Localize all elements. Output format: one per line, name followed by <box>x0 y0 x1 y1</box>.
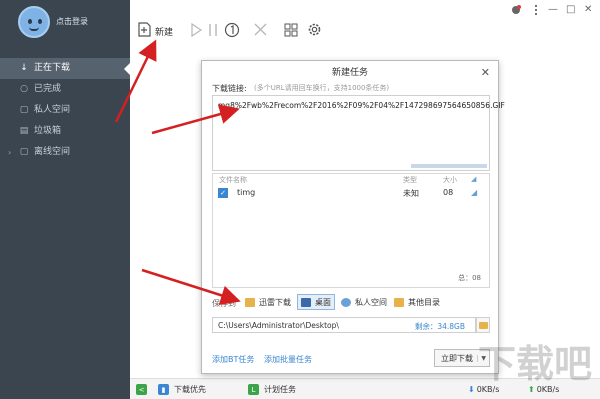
save-to-label: 保存到 <box>212 299 236 308</box>
sidebar-item-downloading[interactable]: ↓ 正在下载 <box>0 58 130 79</box>
check-circle-icon: ○ <box>20 84 28 94</box>
active-indicator <box>124 63 130 75</box>
location-private-space[interactable]: 私人空间 <box>338 294 390 310</box>
desktop-icon <box>301 297 311 307</box>
pause-button[interactable] <box>208 14 218 48</box>
login-link[interactable]: 点击登录 <box>56 16 88 27</box>
file-list: 文件名称 类型 大小 ◢ ✓ timg 未知 08 ◢ 总：08 <box>212 173 490 288</box>
file-list-header: 文件名称 类型 大小 ◢ <box>213 174 489 186</box>
location-label: 迅雷下载 <box>259 297 291 307</box>
priority-icon: ▮ <box>158 384 169 395</box>
avatar-eye-right <box>38 19 42 24</box>
sidebar-item-trash[interactable]: ▤ 垃圾箱 <box>0 121 130 142</box>
trash-icon: ▤ <box>19 126 29 136</box>
sidebar-item-offline-space[interactable]: › ▢ 离线空间 <box>0 142 130 163</box>
folder-icon <box>478 321 488 329</box>
total-count: 总：08 <box>458 274 481 282</box>
file-row-edit-icon[interactable]: ◢ <box>471 188 477 197</box>
download-arrow-icon: ↓ <box>20 63 28 73</box>
new-task-label: 新建 <box>155 27 174 38</box>
offline-space-icon: ▢ <box>19 147 29 157</box>
app-window: 点击登录 ↓ 正在下载 ○ 已完成 ▢ 私人空间 ▤ 垃圾箱 › ▢ 离线空间 … <box>0 0 600 399</box>
free-space: 剩余：34.8GB <box>414 322 465 331</box>
download-link-label: 下载链接: <box>212 84 247 93</box>
add-batch-task-link[interactable]: 添加批量任务 <box>264 354 312 365</box>
download-priority-label: 下载优先 <box>174 385 206 394</box>
file-name: timg <box>237 188 256 197</box>
dialog-close-button[interactable]: ✕ <box>481 66 490 79</box>
collapse-sidebar-button[interactable]: < <box>136 379 152 399</box>
sidebar-item-completed[interactable]: ○ 已完成 <box>0 79 130 100</box>
grid-icon <box>284 23 298 40</box>
add-bt-task-link[interactable]: 添加BT任务 <box>212 354 254 365</box>
collapse-arrow-icon: < <box>136 384 147 395</box>
url-textarea[interactable]: mg8%2Fwb%2Frecom%2F2016%2F09%2F04%2F1472… <box>212 95 505 171</box>
play-icon <box>190 22 203 40</box>
folder-icon <box>394 297 404 307</box>
location-label: 其他目录 <box>408 297 440 307</box>
location-desktop[interactable]: 桌面 <box>297 294 335 310</box>
folder-icon <box>245 297 255 307</box>
profile-area: 点击登录 <box>0 0 130 50</box>
down-speed-icon: ⬇ <box>468 385 475 394</box>
file-row[interactable]: ✓ timg 未知 08 ◢ <box>213 187 489 201</box>
column-size[interactable]: 大小 <box>443 175 457 185</box>
save-path-input[interactable]: C:\Users\Administrator\Desktop\ 剩余：34.8G… <box>212 317 476 333</box>
scheduled-task-label: 计划任务 <box>264 385 296 394</box>
dialog-title: 新建任务 <box>331 68 368 78</box>
schedule-icon: L <box>248 384 259 395</box>
sidebar-item-label: 正在下载 <box>34 63 71 73</box>
play-button[interactable] <box>190 14 203 48</box>
sort-icon[interactable]: ◢ <box>471 175 476 183</box>
settings-button[interactable] <box>307 14 322 48</box>
scheduled-task-button[interactable]: L 计划任务 <box>248 379 296 399</box>
sidebar-item-label: 已完成 <box>34 84 62 94</box>
location-label: 私人空间 <box>355 297 387 307</box>
watermark: 下载吧 <box>478 342 593 386</box>
gear-icon <box>307 22 322 40</box>
avatar[interactable] <box>18 6 50 38</box>
private-space-icon: ▢ <box>19 105 29 115</box>
file-checkbox[interactable]: ✓ <box>218 188 228 198</box>
start-download-label: 立即下载 <box>441 353 473 363</box>
location-other-dir[interactable]: 其他目录 <box>391 294 443 310</box>
sidebar-item-label: 垃圾箱 <box>34 126 62 136</box>
download-link-hint: (多个URL请用回车换行，支持1000条任务) <box>254 84 390 92</box>
url-horizontal-scrollbar[interactable] <box>411 164 487 168</box>
file-size: 08 <box>443 188 454 197</box>
delete-button[interactable] <box>254 14 267 48</box>
avatar-mouth <box>29 27 39 31</box>
url-text: mg8%2Fwb%2Frecom%2F2016%2F09%2F04%2F1472… <box>218 101 505 110</box>
location-xunlei-download[interactable]: 迅雷下载 <box>242 294 294 310</box>
sidebar-nav: ↓ 正在下载 ○ 已完成 ▢ 私人空间 ▤ 垃圾箱 › ▢ 离线空间 <box>0 58 130 163</box>
cloud-icon <box>341 297 351 307</box>
toolbar: 新建 <box>130 14 600 48</box>
new-task-button[interactable]: 新建 <box>138 14 173 48</box>
new-file-icon <box>138 22 151 40</box>
expand-chevron-icon[interactable]: › <box>8 142 11 163</box>
delete-x-icon <box>254 23 267 39</box>
file-type: 未知 <box>403 189 419 198</box>
grid-view-button[interactable] <box>284 14 298 48</box>
sidebar-item-private-space[interactable]: ▢ 私人空间 <box>0 100 130 121</box>
sidebar: 点击登录 ↓ 正在下载 ○ 已完成 ▢ 私人空间 ▤ 垃圾箱 › ▢ 离线空间 <box>0 0 130 399</box>
single-task-button[interactable] <box>224 14 240 48</box>
browse-folder-button[interactable] <box>476 317 490 333</box>
location-label: 桌面 <box>315 297 331 307</box>
download-priority-toggle[interactable]: ▮ 下载优先 <box>158 379 206 399</box>
one-circle-icon <box>224 22 240 41</box>
column-type[interactable]: 类型 <box>403 175 417 185</box>
column-name[interactable]: 文件名称 <box>219 175 247 185</box>
sidebar-item-label: 私人空间 <box>34 105 71 115</box>
new-task-dialog: 新建任务 ✕ 下载链接: (多个URL请用回车换行，支持1000条任务) mg8… <box>201 60 505 374</box>
pause-icon <box>208 23 218 40</box>
save-path-text: C:\Users\Administrator\Desktop\ <box>218 321 339 330</box>
avatar-eye-left <box>28 19 32 24</box>
sidebar-item-label: 离线空间 <box>34 147 71 157</box>
